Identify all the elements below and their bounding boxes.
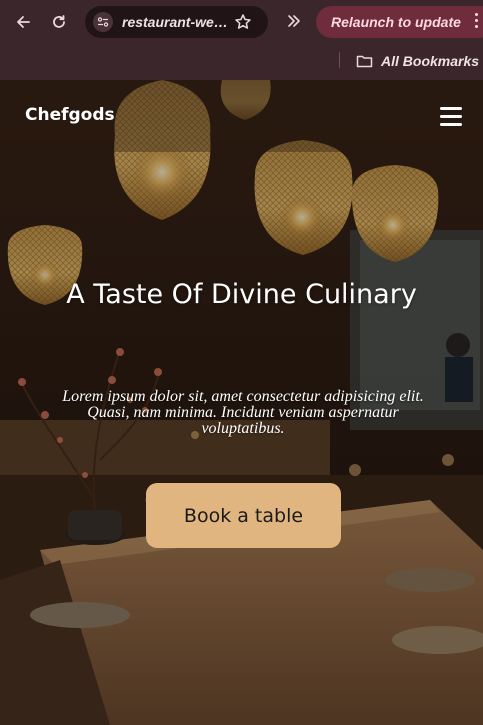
back-button[interactable] — [9, 8, 37, 36]
reload-icon — [53, 15, 65, 28]
web-page: Chefgods A Taste Of Divine Culinary Lore… — [0, 80, 483, 725]
hamburger-menu-icon[interactable] — [440, 107, 462, 126]
site-settings-icon[interactable] — [93, 12, 113, 32]
url-text[interactable]: restaurant-website — [122, 14, 228, 30]
browser-toolbar: restaurant-website Relaunch to update — [0, 0, 483, 43]
relaunch-to-update-button[interactable]: Relaunch to update — [316, 6, 483, 38]
more-vertical-icon — [475, 13, 479, 31]
site-header: Chefgods — [0, 80, 483, 152]
chevron-double-right-icon — [288, 15, 300, 27]
hero-description: Lorem ipsum dolor sit, amet consectetur … — [62, 388, 424, 437]
all-bookmarks-button[interactable]: All Bookmarks — [356, 51, 479, 71]
browser-chrome: restaurant-website Relaunch to update Al… — [0, 0, 483, 80]
hero-title: A Taste Of Divine Culinary — [66, 279, 417, 310]
star-icon — [235, 14, 251, 29]
folder-icon — [356, 55, 373, 68]
back-arrow-icon — [17, 16, 30, 28]
extensions-overflow-button[interactable] — [283, 10, 305, 32]
all-bookmarks-label: All Bookmarks — [381, 53, 480, 69]
bookmarks-bar: All Bookmarks — [0, 43, 483, 80]
reload-button[interactable] — [45, 8, 73, 36]
bookmarks-divider — [339, 52, 340, 68]
book-a-table-button[interactable]: Book a table — [146, 483, 341, 548]
site-logo[interactable]: Chefgods — [25, 105, 115, 125]
address-bar[interactable]: restaurant-website — [85, 6, 268, 38]
relaunch-label: Relaunch to update — [331, 14, 461, 30]
bookmark-star-button[interactable] — [233, 12, 253, 32]
